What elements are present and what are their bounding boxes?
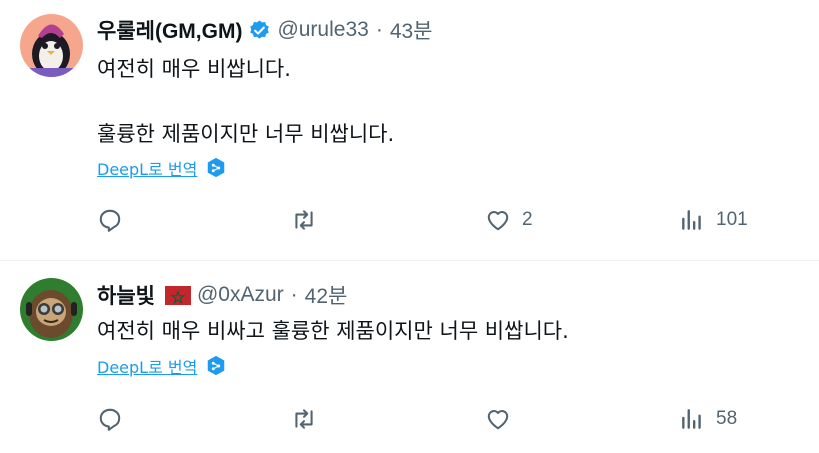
user-handle[interactable]: @urule33 bbox=[277, 18, 368, 42]
morocco-flag-icon bbox=[164, 285, 191, 305]
view-count: 58 bbox=[716, 408, 738, 429]
reply-icon bbox=[99, 408, 121, 431]
retweet-icon bbox=[295, 210, 313, 230]
user-handle[interactable]: @0xAzur bbox=[197, 283, 284, 307]
reply-button[interactable] bbox=[97, 404, 134, 434]
separator-dot: · bbox=[375, 18, 383, 41]
reply-icon bbox=[99, 209, 121, 232]
sloth-avatar-image bbox=[20, 278, 83, 341]
timestamp[interactable]: 42분 bbox=[305, 280, 348, 310]
like-button[interactable]: 2 bbox=[485, 205, 533, 235]
tweet-header: 우룰레(GM,GM) @urule33 · 43분 bbox=[97, 14, 433, 46]
penguin-avatar-image bbox=[20, 14, 83, 77]
views-chart-icon bbox=[682, 409, 701, 429]
deepl-icon bbox=[208, 157, 225, 178]
views-button[interactable]: 58 bbox=[679, 404, 737, 434]
heart-icon bbox=[487, 211, 509, 231]
views-chart-icon bbox=[682, 210, 701, 230]
tweet[interactable]: 우룰레(GM,GM) @urule33 · 43분 여전히 매우 비쌉니다. 훌… bbox=[0, 0, 819, 260]
tweet-header: 하늘빛 @0xAzur · 42분 bbox=[97, 279, 347, 311]
retweet-icon bbox=[295, 409, 313, 429]
timestamp[interactable]: 43분 bbox=[390, 15, 433, 45]
like-button[interactable] bbox=[485, 404, 522, 434]
translate-label[interactable]: DeepL로 번역 bbox=[97, 156, 197, 180]
separator-dot: · bbox=[290, 283, 298, 306]
action-bar: 2 101 bbox=[97, 205, 757, 235]
avatar[interactable] bbox=[20, 14, 83, 77]
tweet-text-line: 훌륭한 제품이지만 너무 비쌉니다. bbox=[97, 122, 395, 146]
retweet-button[interactable] bbox=[291, 205, 328, 235]
heart-icon bbox=[487, 410, 509, 430]
tweet-text-line: 여전히 매우 비쌉니다. bbox=[97, 57, 291, 81]
tweet[interactable]: 하늘빛 @0xAzur · 42분 여전히 매우 비싸고 훌륭한 제품이지만 너… bbox=[0, 261, 819, 453]
retweet-button[interactable] bbox=[291, 404, 328, 434]
avatar[interactable] bbox=[20, 278, 83, 341]
display-name[interactable]: 하늘빛 bbox=[97, 280, 155, 310]
like-count: 2 bbox=[522, 209, 533, 230]
views-button[interactable]: 101 bbox=[679, 205, 748, 235]
display-name[interactable]: 우룰레(GM,GM) bbox=[97, 15, 242, 45]
deepl-icon bbox=[208, 355, 225, 376]
verified-badge-icon bbox=[248, 19, 271, 42]
translate-link[interactable]: DeepL로 번역 bbox=[97, 156, 227, 180]
translate-link[interactable]: DeepL로 번역 bbox=[97, 354, 227, 378]
reply-button[interactable] bbox=[97, 205, 134, 235]
view-count: 101 bbox=[716, 209, 748, 230]
translate-label[interactable]: DeepL로 번역 bbox=[97, 354, 197, 378]
action-bar: 58 bbox=[97, 404, 757, 434]
tweet-text-line: 여전히 매우 비싸고 훌륭한 제품이지만 너무 비쌉니다. bbox=[97, 319, 569, 343]
